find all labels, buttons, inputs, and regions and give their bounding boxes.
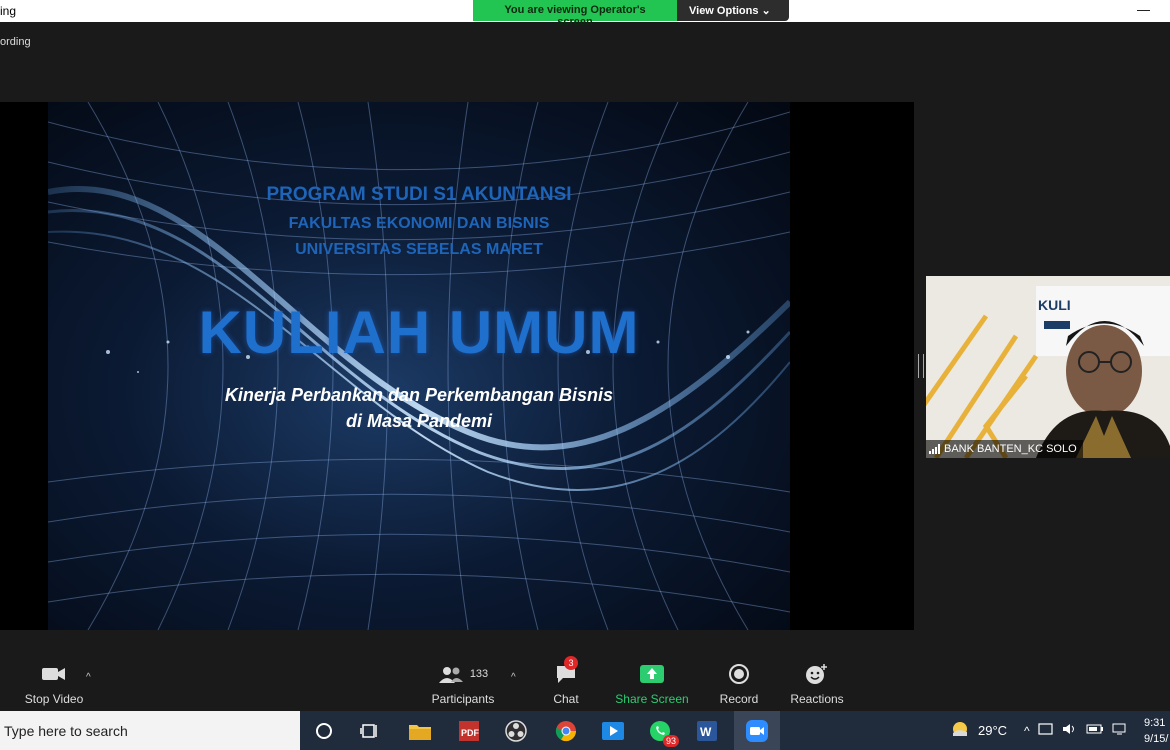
tray-app-icon[interactable] — [1038, 722, 1054, 739]
chrome-icon[interactable] — [553, 718, 579, 744]
media-player-icon[interactable] — [600, 718, 626, 744]
network-icon[interactable] — [1112, 722, 1128, 739]
battery-icon[interactable] — [1086, 722, 1104, 739]
minimize-button[interactable]: — — [1137, 2, 1150, 17]
record-icon — [716, 660, 762, 688]
weather-widget[interactable]: 29°C — [950, 711, 1007, 750]
participants-label: Participants — [431, 692, 495, 706]
slide-headline: KULIAH UMUM — [198, 299, 640, 366]
system-tray: ^ — [1024, 711, 1128, 750]
cortana-icon[interactable] — [311, 718, 337, 744]
reactions-label: Reactions — [790, 692, 844, 706]
participant-video-frame: KULI — [926, 276, 1170, 458]
temperature-text: 29°C — [978, 723, 1008, 738]
reactions-smiley-icon — [788, 660, 846, 688]
meeting-toolbar: Stop Video ^ 133 Participants ^ 3 Chat S… — [0, 630, 1170, 711]
backdrop-text: KULI — [1038, 297, 1071, 313]
view-options-label: View Options — [689, 5, 759, 17]
reactions-button[interactable]: Reactions — [788, 660, 846, 706]
task-view-icon[interactable] — [357, 718, 383, 744]
share-screen-icon — [614, 660, 690, 688]
window-title: ing — [0, 4, 17, 18]
tray-expand-icon[interactable]: ^ — [1024, 724, 1030, 738]
weather-sun-icon — [950, 719, 970, 742]
slide-program-title: PROGRAM STUDI S1 AKUNTANSI — [266, 184, 572, 205]
volume-icon[interactable] — [1062, 722, 1078, 739]
slide-subtitle-line2: di Masa Pandemi — [345, 411, 493, 431]
whatsapp-unread-badge: 93 — [662, 735, 679, 747]
file-explorer-icon[interactable] — [407, 718, 433, 744]
resize-handle[interactable] — [918, 354, 924, 378]
slide-subtitle-line1: Kinerja Perbankan dan Perkembangan Bisni… — [224, 385, 614, 405]
chat-icon: 3 — [548, 656, 584, 688]
chat-label: Chat — [553, 692, 579, 706]
participants-icon: 133 — [430, 660, 496, 688]
recording-label: ording — [0, 36, 31, 48]
viewing-banner: You are viewing Operator's screen View O… — [473, 0, 789, 28]
record-label: Record — [719, 692, 759, 706]
word-icon[interactable]: W — [694, 718, 720, 744]
chevron-down-icon: ⌄ — [761, 5, 771, 17]
viewing-message: You are viewing Operator's screen — [473, 0, 677, 28]
slide-university: UNIVERSITAS SEBELAS MARET — [295, 241, 543, 258]
chat-unread-badge: 3 — [564, 656, 578, 670]
participant-name: BANK BANTEN_KC SOLO — [944, 443, 1077, 455]
participants-options-caret-icon[interactable]: ^ — [511, 672, 516, 683]
participant-name-bar: BANK BANTEN_KC SOLO — [926, 440, 1083, 458]
participants-button[interactable]: 133 Participants — [430, 660, 496, 706]
connection-signal-icon — [929, 444, 940, 454]
obs-studio-icon[interactable] — [503, 718, 529, 744]
video-options-caret-icon[interactable]: ^ — [86, 672, 91, 683]
svg-text:PDF: PDF — [461, 728, 480, 738]
participant-count: 133 — [469, 668, 489, 680]
participant-video-tile[interactable]: KULI BANK BANTEN_KC SOLO — [926, 276, 1170, 458]
chat-button[interactable]: 3 Chat — [548, 656, 584, 706]
clock-date: 9/15/ — [1144, 733, 1169, 745]
record-button[interactable]: Record — [716, 660, 762, 706]
svg-text:W: W — [700, 725, 712, 739]
whatsapp-icon[interactable]: 93 — [647, 718, 679, 747]
clock-time: 9:31 — [1144, 717, 1166, 729]
slide-faculty: FAKULTAS EKONOMI DAN BISNIS — [288, 215, 550, 232]
share-screen-button[interactable]: Share Screen — [614, 660, 690, 706]
taskbar-clock[interactable]: 9:31 9/15/ — [1144, 715, 1168, 747]
video-camera-icon — [24, 660, 84, 688]
shared-screen: PROGRAM STUDI S1 AKUNTANSI FAKULTAS EKON… — [0, 102, 914, 630]
stop-video-label: Stop Video — [24, 692, 84, 706]
taskbar-search-box[interactable]: Type here to search — [0, 711, 300, 750]
pdf-app-icon[interactable]: PDF — [456, 718, 482, 744]
view-options-button[interactable]: View Options ⌄ — [677, 0, 789, 21]
search-placeholder: Type here to search — [4, 722, 128, 739]
share-screen-label: Share Screen — [615, 692, 689, 706]
stop-video-button[interactable]: Stop Video — [24, 660, 84, 706]
presentation-slide: PROGRAM STUDI S1 AKUNTANSI FAKULTAS EKON… — [48, 102, 790, 630]
windows-taskbar: Type here to search PDF 93 W 29°C ^ 9:31… — [0, 711, 1170, 750]
zoom-app-icon[interactable] — [744, 718, 770, 744]
